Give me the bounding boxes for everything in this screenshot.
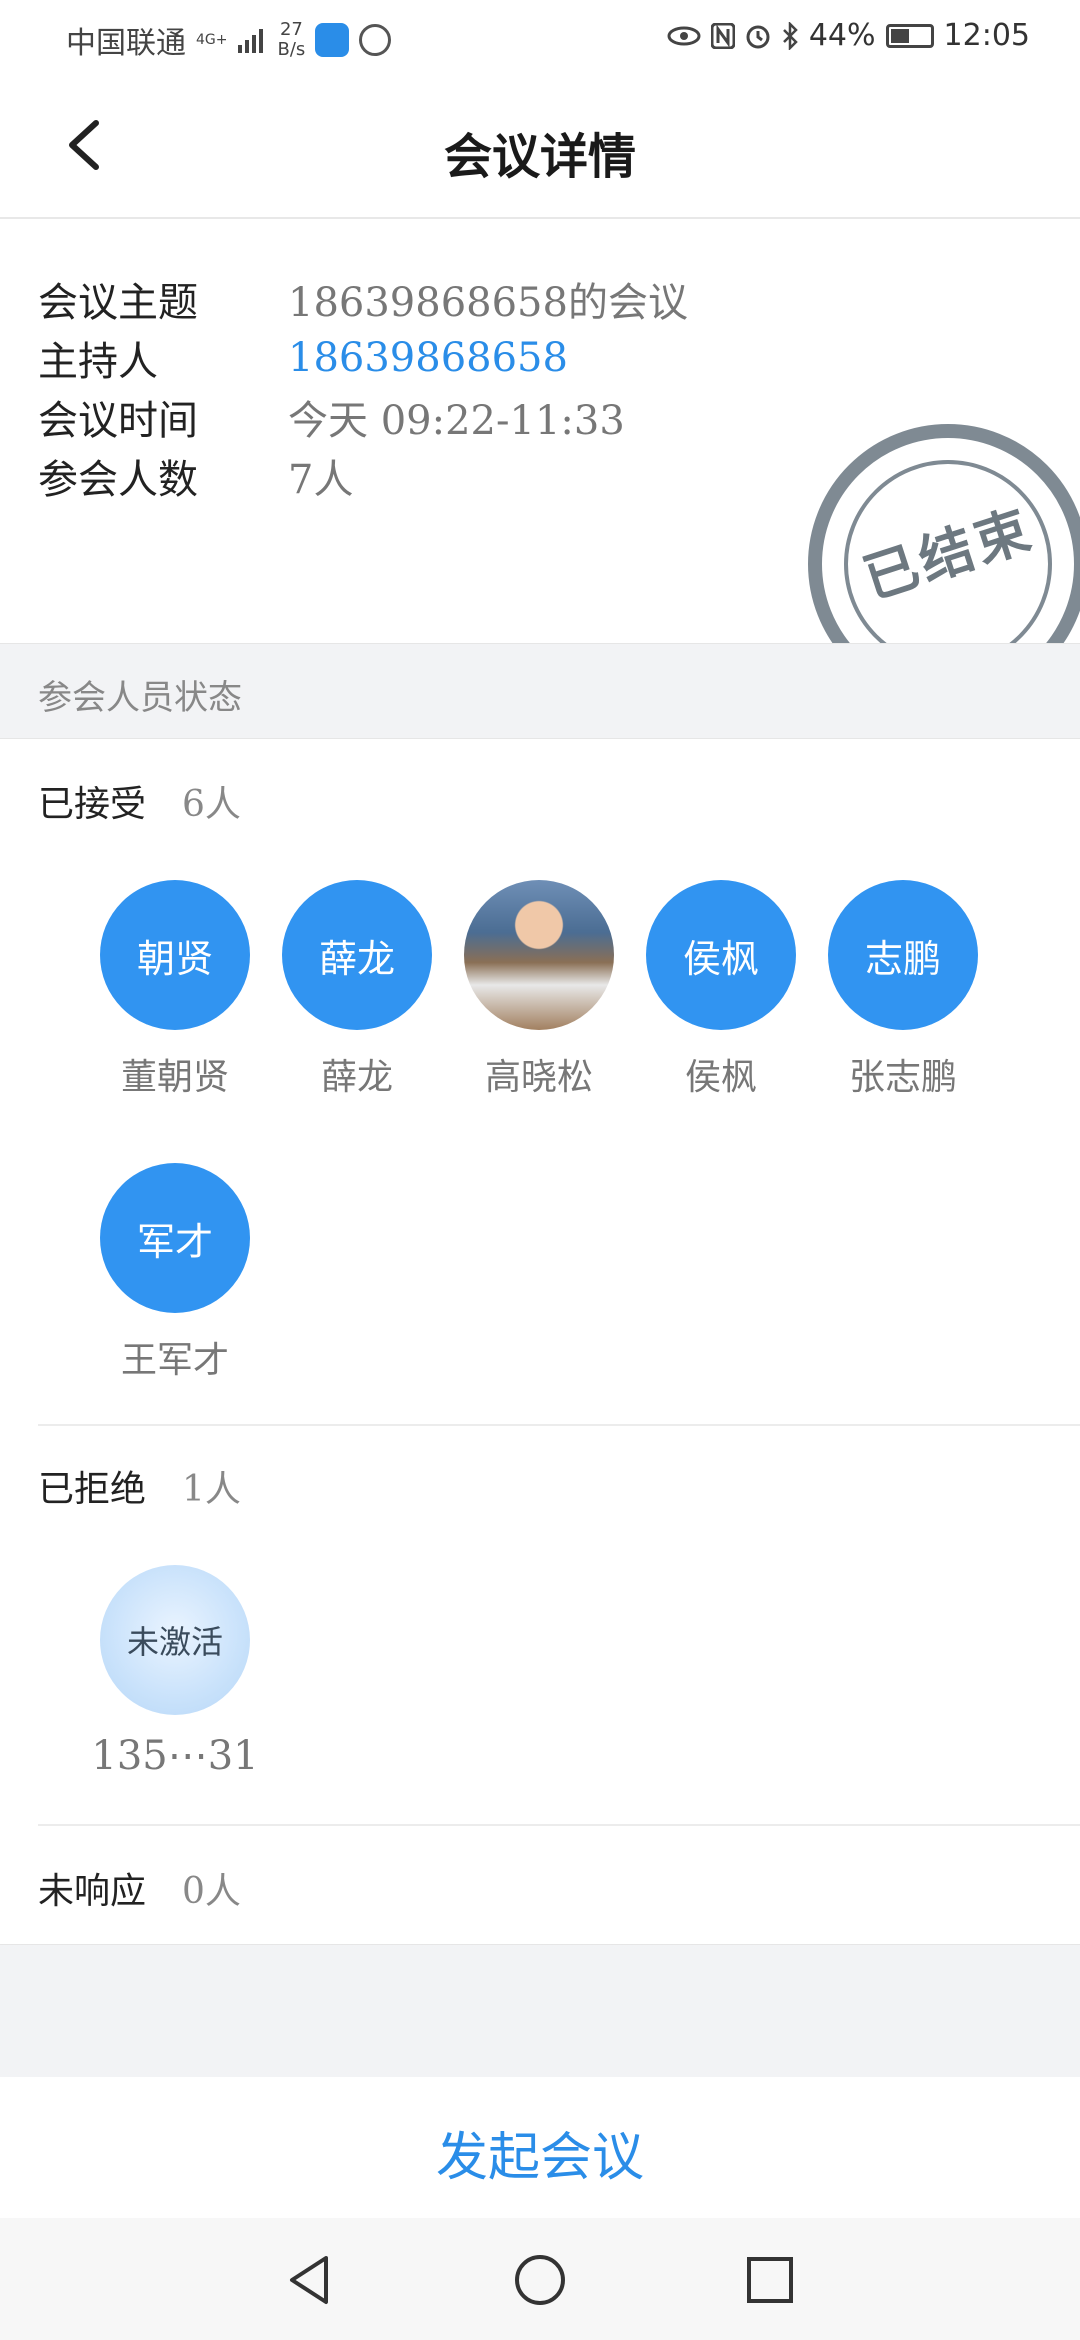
member-item[interactable]: 志鹏 张志鹏 <box>818 880 988 1100</box>
divider <box>38 1824 1080 1826</box>
member-name: 张志鹏 <box>848 1057 957 1098</box>
member-item[interactable]: 薛龙 薛龙 <box>272 880 442 1100</box>
host-label: 主持人 <box>38 339 158 385</box>
member-name: 薛龙 <box>320 1057 393 1098</box>
status-bar: 中国联通 4G+ 27 B/s 44% 12:05 <box>0 0 1080 75</box>
avatar: 朝贤 <box>100 880 250 1030</box>
status-left: 中国联通 4G+ 27 B/s <box>66 18 392 62</box>
count-row: 参会人数 7人 <box>38 446 353 506</box>
member-name: 董朝贤 <box>120 1057 229 1098</box>
carrier-name: 中国联通 <box>66 26 186 61</box>
attendee-section-header: 参会人员状态 <box>0 643 1080 739</box>
member-name: 高晓松 <box>484 1057 593 1098</box>
battery-percent: 44% <box>808 18 876 53</box>
app-header: 会议详情 <box>0 75 1080 219</box>
inactive-avatar: 未激活 <box>100 1565 250 1715</box>
start-meeting-button[interactable]: 发起会议 <box>0 2115 1080 2190</box>
alarm-icon <box>746 25 770 48</box>
no-response-count: 0人 <box>182 1871 241 1912</box>
topic-row: 会议主题 18639868658的会议 <box>38 269 688 329</box>
host-link[interactable]: 18639868658 <box>288 335 568 381</box>
topic-label: 会议主题 <box>38 280 198 326</box>
time-value: 今天 09:22-11:33 <box>288 398 625 444</box>
member-item[interactable]: 侯枫 侯枫 <box>636 880 806 1100</box>
avatar: 侯枫 <box>646 880 796 1030</box>
divider <box>38 1424 1080 1426</box>
time-row: 会议时间 今天 09:22-11:33 <box>38 387 625 447</box>
nav-home-icon[interactable] <box>510 2250 570 2310</box>
attendee-section-title: 参会人员状态 <box>38 678 242 718</box>
member-item[interactable]: 未激活 135⋯31 <box>90 1565 260 1779</box>
no-response-label: 未响应 <box>38 1871 147 1912</box>
accepted-count: 6人 <box>182 784 241 825</box>
net-speed-unit: B/s <box>277 39 306 60</box>
clock: 12:05 <box>943 18 1030 53</box>
shield-icon <box>359 24 392 56</box>
nav-back-icon[interactable] <box>280 2250 340 2310</box>
net-speed-value: 27 <box>279 19 303 40</box>
accepted-group-header: 已接受 6人 <box>38 775 241 827</box>
footer-bar: 发起会议 <box>0 2077 1080 2217</box>
spacer-band <box>0 1944 1080 2078</box>
eye-icon <box>667 26 701 45</box>
no-response-group-header: 未响应 0人 <box>38 1862 241 1914</box>
host-row: 主持人 18639868658 <box>38 328 568 388</box>
system-nav-bar <box>0 2218 1080 2340</box>
member-name: 侯枫 <box>684 1057 757 1098</box>
topic-value: 18639868658的会议 <box>288 280 688 326</box>
count-value: 7人 <box>288 457 354 503</box>
avatar-photo <box>464 880 614 1030</box>
signal-icon <box>237 29 263 53</box>
status-right: 44% 12:05 <box>667 18 1030 53</box>
rejected-label: 已拒绝 <box>38 1469 147 1510</box>
bluetooth-icon <box>782 21 798 50</box>
member-name: 王军才 <box>120 1340 229 1381</box>
battery-icon <box>885 23 934 48</box>
member-name: 135⋯31 <box>91 1733 259 1779</box>
nfc-icon <box>710 22 735 49</box>
nav-recent-icon[interactable] <box>740 2250 800 2310</box>
count-label: 参会人数 <box>38 457 198 503</box>
member-item[interactable]: 朝贤 董朝贤 <box>90 880 260 1100</box>
network-type: 4G+ <box>196 32 228 48</box>
avatar: 志鹏 <box>828 880 978 1030</box>
app-notification-icon <box>315 23 350 57</box>
page-title: 会议详情 <box>443 129 636 185</box>
member-item[interactable]: 军才 王军才 <box>90 1163 260 1383</box>
rejected-group-header: 已拒绝 1人 <box>38 1460 241 1512</box>
avatar: 军才 <box>100 1163 250 1313</box>
ended-stamp: 已结束 <box>808 424 1080 643</box>
member-item[interactable]: 高晓松 <box>454 880 624 1100</box>
meeting-info: 会议主题 18639868658的会议 主持人 18639868658 会议时间… <box>0 219 1080 643</box>
avatar: 薛龙 <box>282 880 432 1030</box>
accepted-label: 已接受 <box>38 784 147 825</box>
rejected-count: 1人 <box>182 1469 241 1510</box>
net-speed: 27 B/s <box>278 20 306 60</box>
time-label: 会议时间 <box>38 398 198 444</box>
